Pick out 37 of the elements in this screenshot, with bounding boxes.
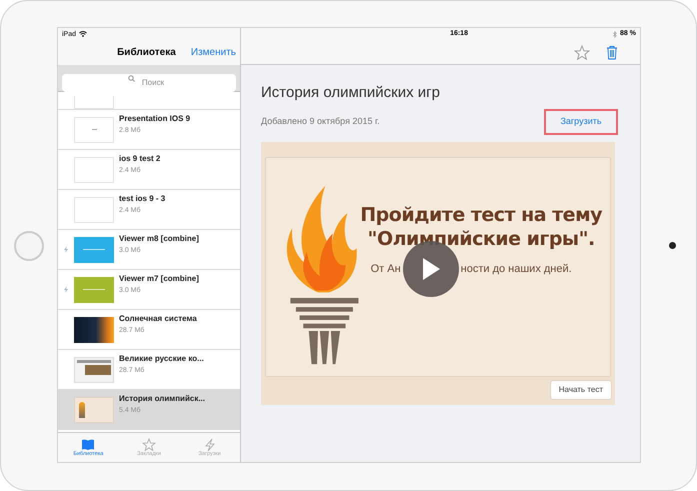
- slide-thumbnail: [74, 316, 114, 342]
- download-button[interactable]: Загрузить: [544, 108, 618, 135]
- item-title: Presentation IOS 9: [119, 113, 190, 125]
- start-test-button[interactable]: Начать тест: [550, 380, 611, 399]
- slide-thumbnail: [74, 196, 114, 222]
- slide-subtitle: От Ан: [370, 262, 401, 276]
- slide-heading: "Олимпийские игры".: [368, 226, 595, 251]
- star-icon[interactable]: [574, 44, 590, 60]
- play-icon: [420, 256, 441, 281]
- bolt-icon: [202, 438, 217, 451]
- wifi-icon: [79, 31, 88, 37]
- slide-thumbnail: [74, 356, 114, 382]
- slide-thumbnail: [74, 236, 114, 262]
- item-title: Viewer m7 [combine]: [119, 273, 199, 285]
- slide-thumbnail: [74, 116, 114, 142]
- slide-thumbnail: [74, 156, 114, 182]
- slide-subtitle: ности до наших дней.: [460, 262, 572, 276]
- item-title: Солнечная система: [119, 313, 197, 325]
- item-title: test ios 9 - 3: [119, 193, 166, 205]
- search-field[interactable]: Поиск: [62, 74, 236, 92]
- slide-thumbnail: [74, 276, 114, 302]
- slide-thumbnail: [74, 396, 114, 422]
- book-icon: [81, 438, 96, 451]
- slide-heading: Пройдите тест на тему: [360, 202, 602, 227]
- item-title: Viewer m8 [combine]: [119, 233, 199, 245]
- item-title: ios 9 test 2: [119, 153, 160, 165]
- search-icon: [128, 75, 135, 82]
- item-title: История олимпийск...: [119, 393, 205, 405]
- trash-icon[interactable]: [606, 44, 618, 60]
- date-added: Добавлено 9 октября 2015 г.: [261, 115, 380, 128]
- star-icon: [142, 438, 156, 451]
- nav-title: Библиотека: [116, 46, 177, 60]
- camera-icon: [668, 242, 676, 249]
- item-title: Великие русские ко...: [119, 353, 204, 365]
- document-title: История олимпийских игр: [261, 84, 441, 103]
- bluetooth-icon: [613, 30, 618, 38]
- edit-button[interactable]: Изменить: [190, 45, 236, 60]
